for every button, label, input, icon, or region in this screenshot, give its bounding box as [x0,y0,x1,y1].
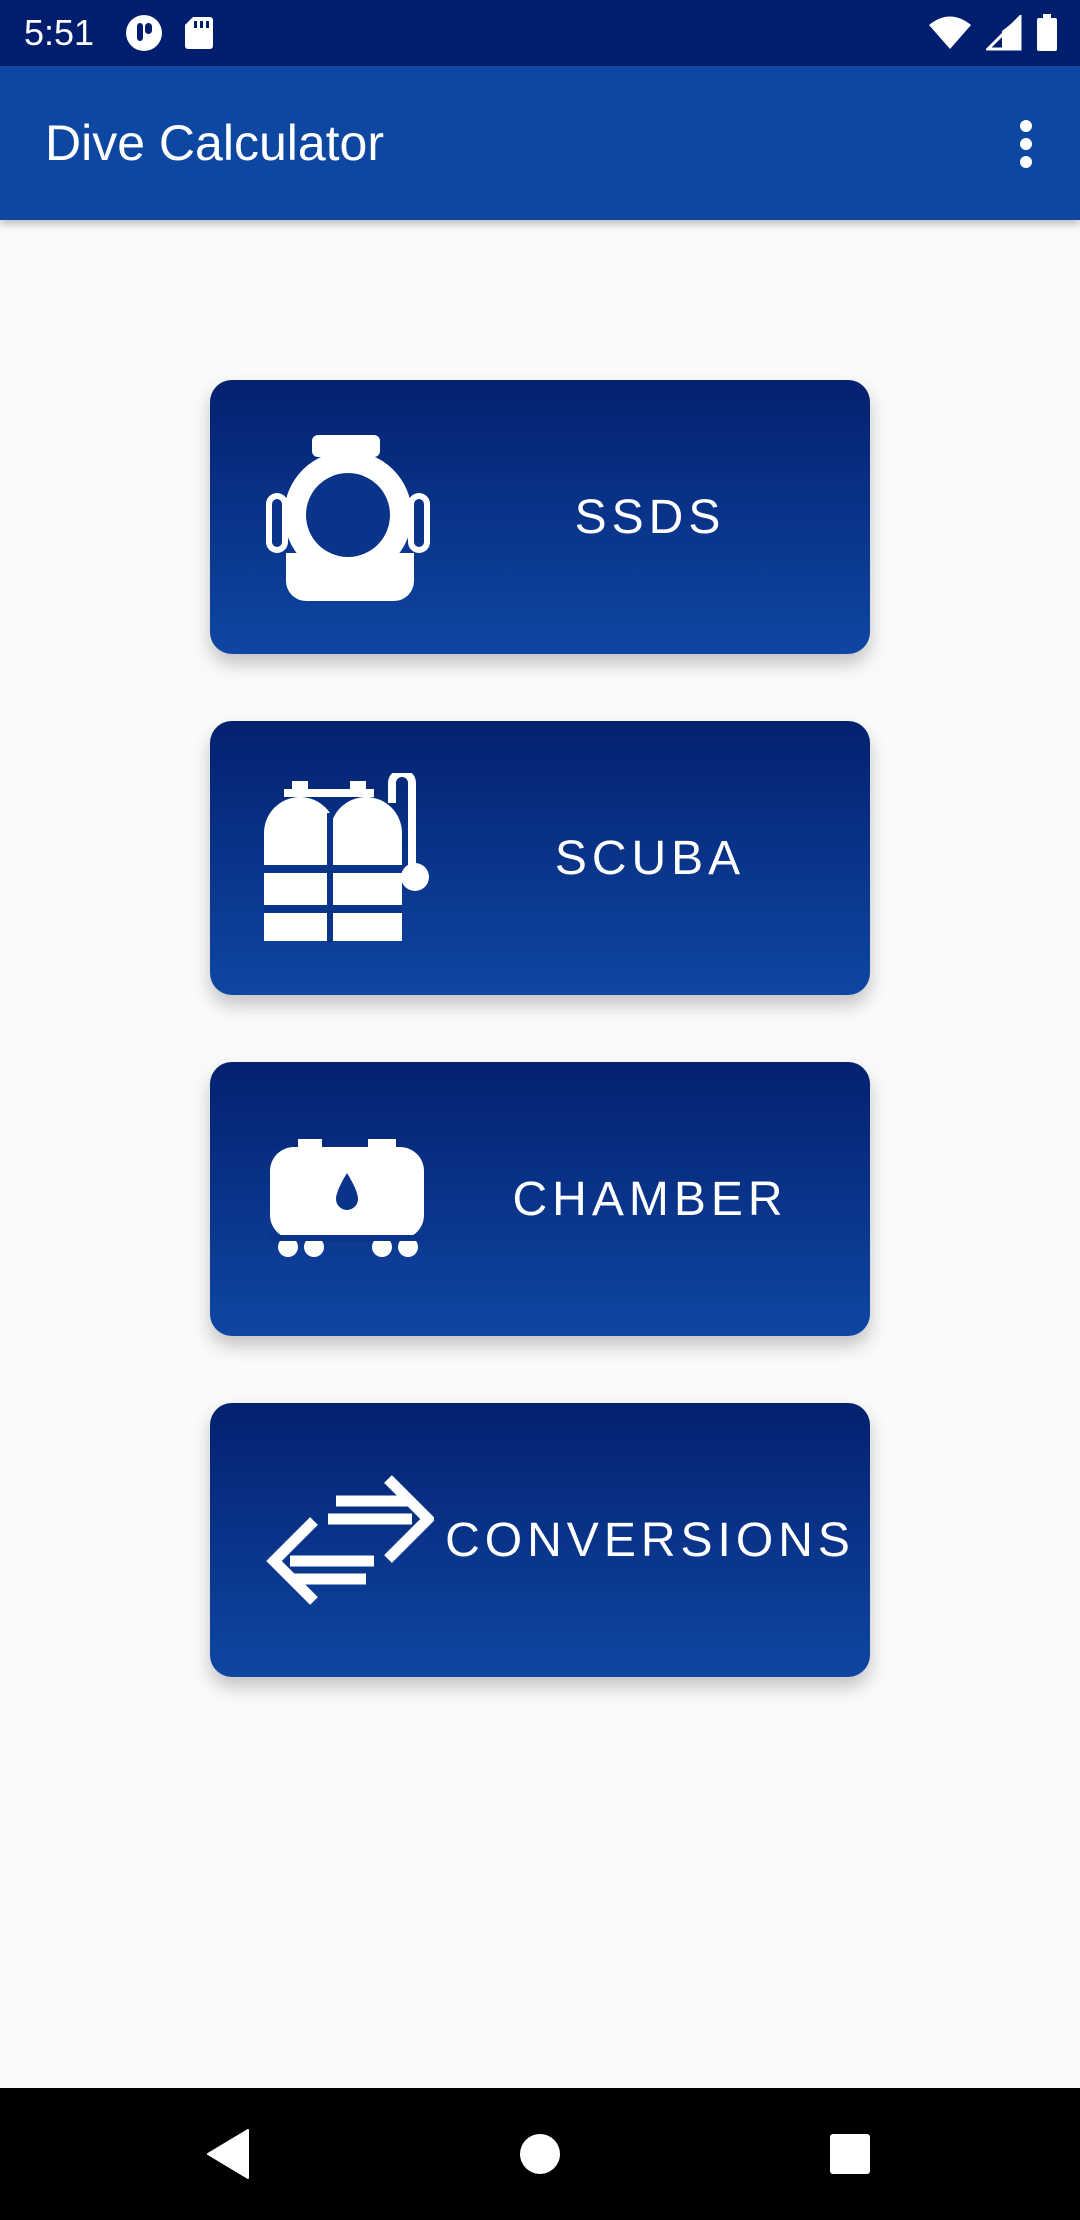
conversions-label: CONVERSIONS [445,1513,855,1567]
navigation-bar [0,2088,1080,2220]
chamber-button[interactable]: CHAMBER [210,1062,870,1336]
recents-button[interactable] [808,2112,892,2196]
sd-card-icon [185,17,213,49]
chamber-label: CHAMBER [512,1172,788,1226]
more-vert-icon [1020,120,1032,168]
scuba-tanks-icon [264,773,429,943]
swap-arrows-icon [266,1475,434,1605]
status-left-icons [124,14,214,52]
status-bar: 5:51 [0,0,1080,66]
back-button[interactable] [186,2112,270,2196]
app-title: Dive Calculator [45,115,385,171]
cell-signal-icon [986,15,1022,51]
app-bar: Dive Calculator [0,66,1080,220]
wifi-icon [929,16,971,49]
home-circle-icon [520,2134,560,2174]
status-right-icons [928,14,1058,52]
scuba-button[interactable]: SCUBA [210,721,870,995]
back-triangle-icon [207,2129,249,2179]
ssds-label: SSDS [574,490,726,544]
battery-icon [1037,14,1057,51]
overflow-menu-button[interactable] [990,108,1062,180]
diving-helmet-icon [266,435,430,601]
scuba-label: SCUBA [554,831,746,885]
status-time: 5:51 [24,12,95,53]
main-content: SSDS SCUBA CHAMBER CONVERSIONS [0,220,1080,2088]
conversions-button[interactable]: CONVERSIONS [210,1403,870,1677]
ssds-button[interactable]: SSDS [210,380,870,654]
home-button[interactable] [498,2112,582,2196]
chamber-icon [270,1139,424,1257]
recents-square-icon [830,2134,870,2174]
app-notification-icon [126,15,162,51]
